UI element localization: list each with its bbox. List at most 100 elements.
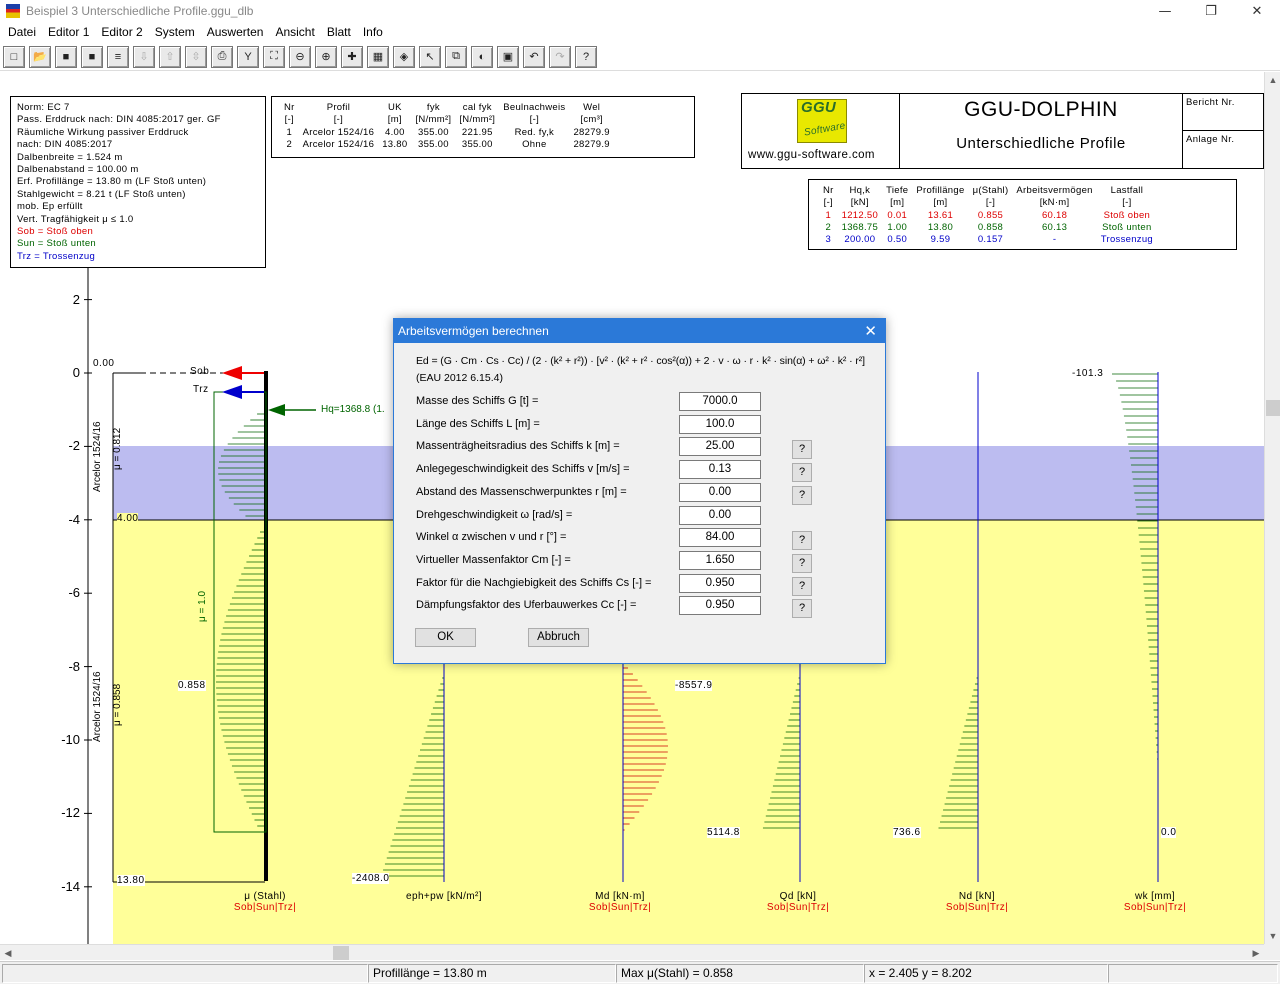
- table-cell: 1.00: [887, 221, 908, 233]
- table-cell: 2: [825, 221, 832, 233]
- help-button[interactable]: ?: [792, 531, 812, 551]
- info-line: Räumliche Wirkung passiver Erddruck: [17, 126, 189, 138]
- table-row: 3 200.00 0.50 9.59 0.157 - Trossenzug: [819, 234, 1157, 246]
- axis-tick-label: -2: [68, 438, 80, 454]
- scroll-right-icon[interactable]: ▶: [1248, 945, 1264, 961]
- horizontal-scrollbar[interactable]: ◀ ▶: [0, 944, 1264, 960]
- help-icon[interactable]: ?: [575, 45, 597, 68]
- field-input[interactable]: 0.13: [679, 460, 761, 480]
- crosshair-icon[interactable]: ✚: [341, 45, 363, 68]
- zoom-box-icon[interactable]: ⛶: [263, 45, 285, 68]
- menu-editor-1[interactable]: Editor 1: [42, 25, 95, 39]
- field-label: Faktor für die Nachgiebigkeit des Schiff…: [416, 576, 652, 589]
- color-icon[interactable]: ◐: [471, 45, 493, 68]
- axis-tick-label: -8: [68, 658, 80, 674]
- help-button[interactable]: ?: [792, 485, 812, 505]
- print-icon[interactable]: ⎙: [211, 45, 233, 68]
- menu-bar: Datei Editor 1 Editor 2 System Auswerten…: [0, 22, 1280, 42]
- table-cell: Beulnachweis: [503, 102, 566, 113]
- info-line: Dalbenbreite = 1.524 m: [17, 151, 123, 163]
- table-cell: Wel: [583, 102, 601, 113]
- axis-tick-label: -14: [61, 878, 80, 894]
- field-input[interactable]: 0.00: [679, 482, 761, 502]
- table-cell: [-]: [529, 114, 540, 126]
- info-line: nach: DIN 4085:2017: [17, 139, 113, 151]
- menu-blatt[interactable]: Blatt: [321, 25, 357, 39]
- pointer-icon[interactable]: ↖: [419, 45, 441, 68]
- horizontal-scroll-thumb[interactable]: [333, 946, 349, 960]
- minimize-button[interactable]: —: [1142, 4, 1188, 19]
- redo-icon[interactable]: ↷: [549, 45, 571, 68]
- field-input[interactable]: 84.00: [679, 528, 761, 548]
- move-up-icon[interactable]: ⇧: [159, 45, 181, 68]
- field-label: Abstand des Massenschwerpunktes r [m] =: [416, 485, 627, 498]
- menu-ansicht[interactable]: Ansicht: [269, 25, 320, 39]
- menu-system[interactable]: System: [149, 25, 201, 39]
- table-header-row: Nr Hq,k Tiefe Profillänge μ(Stahl) Arbeitsver…: [819, 185, 1157, 197]
- menu-auswerten[interactable]: Auswerten: [201, 25, 270, 39]
- table-cell: 13.80: [927, 221, 954, 233]
- menu-info[interactable]: Info: [357, 25, 389, 39]
- field-input[interactable]: 7000.0: [679, 392, 761, 411]
- table-cell: -: [1052, 234, 1057, 246]
- grid-icon[interactable]: ▦: [367, 45, 389, 68]
- move-down-icon[interactable]: ⇩: [133, 45, 155, 68]
- field-input[interactable]: 0.00: [679, 505, 761, 525]
- level-bottom-label: 13.80: [117, 875, 145, 886]
- save-as-icon[interactable]: ■: [81, 45, 103, 68]
- maximize-button[interactable]: ❐: [1188, 4, 1234, 19]
- table-cell: [m]: [890, 197, 905, 209]
- table-cell: 0.157: [977, 234, 1004, 246]
- table-cell: Nr: [823, 185, 834, 196]
- field-input[interactable]: 100.0: [679, 414, 761, 434]
- field-input[interactable]: 1.650: [679, 550, 761, 570]
- app-icon: [6, 4, 20, 18]
- cancel-button[interactable]: Abbruch: [528, 628, 589, 647]
- dialog-reference: (EAU 2012 6.15.4): [416, 372, 503, 384]
- table-cell: [N/mm²]: [459, 114, 496, 126]
- field-label: Anlegegeschwindigkeit des Schiffs v [m/s…: [416, 463, 630, 476]
- ok-button[interactable]: OK: [415, 628, 476, 647]
- status-pane-end: [1108, 964, 1278, 983]
- legend-icon[interactable]: ▣: [497, 45, 519, 68]
- help-button[interactable]: ?: [792, 599, 812, 619]
- field-input[interactable]: 0.950: [679, 573, 761, 593]
- field-input[interactable]: 25.00: [679, 437, 761, 457]
- table-cell: μ(Stahl): [972, 185, 1009, 196]
- close-window-button[interactable]: ✕: [1234, 4, 1280, 19]
- info-line: Trz = Trossenzug: [17, 250, 96, 262]
- vertical-scrollbar[interactable]: ▲ ▼: [1264, 72, 1280, 944]
- table-row: 1 Arcelor 1524/16 4.00 355.00 221.95 Red. fy,…: [280, 127, 614, 139]
- scroll-down-icon[interactable]: ▼: [1265, 928, 1280, 944]
- new-file-icon[interactable]: □: [3, 45, 25, 68]
- menu-datei[interactable]: Datei: [2, 25, 42, 39]
- vertical-scroll-thumb[interactable]: [1266, 400, 1280, 416]
- table-cell: Ohne: [522, 138, 547, 150]
- help-button[interactable]: ?: [792, 463, 812, 483]
- undo-icon[interactable]: ↶: [523, 45, 545, 68]
- scroll-left-icon[interactable]: ◀: [0, 945, 16, 961]
- dialog-close-icon[interactable]: ✕: [864, 319, 877, 343]
- table-cell: 0.855: [977, 209, 1004, 221]
- table-cell: 355.00: [417, 126, 449, 138]
- open-file-icon[interactable]: 📂: [29, 45, 51, 68]
- zoom-in-icon[interactable]: ⊕: [315, 45, 337, 68]
- help-button[interactable]: ?: [792, 576, 812, 596]
- pin-icon[interactable]: Y: [237, 45, 259, 68]
- profile-2-label: Arcelor 1524/16: [92, 671, 103, 742]
- field-input[interactable]: 0.950: [679, 596, 761, 616]
- menu-editor-2[interactable]: Editor 2: [95, 25, 148, 39]
- zoom-out-icon[interactable]: ⊖: [289, 45, 311, 68]
- save-icon[interactable]: ■: [55, 45, 77, 68]
- move-updown-icon[interactable]: ⇳: [185, 45, 207, 68]
- field-label: Winkel α zwischen v und r [°] =: [416, 531, 567, 544]
- list-icon[interactable]: ≡: [107, 45, 129, 68]
- scroll-up-icon[interactable]: ▲: [1265, 72, 1280, 88]
- help-button[interactable]: ?: [792, 553, 812, 573]
- table-units-row: [-] [kN] [m] [m] [-] [kN·m] [-]: [819, 197, 1157, 209]
- paint-icon[interactable]: ◈: [393, 45, 415, 68]
- help-button[interactable]: ?: [792, 440, 812, 460]
- table-cell: Stoß unten: [1102, 221, 1152, 233]
- copy-icon[interactable]: ⧉: [445, 45, 467, 68]
- bericht-cell: Bericht Nr.: [1182, 94, 1264, 131]
